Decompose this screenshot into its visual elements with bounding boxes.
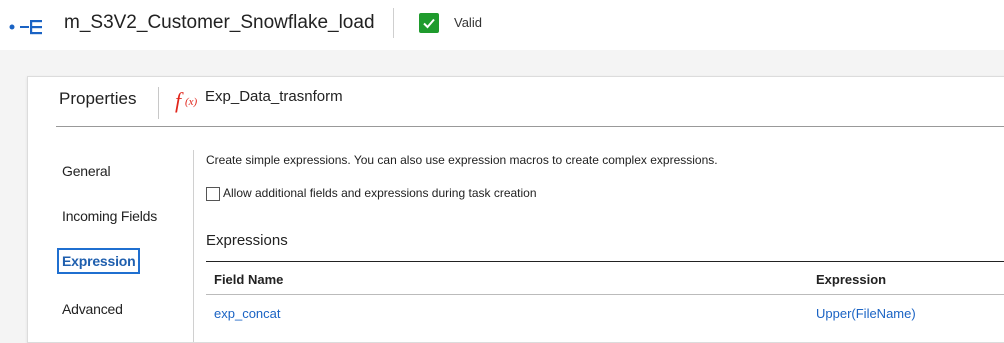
panel-title: Properties	[59, 89, 137, 108]
mapping-header: m_S3V2_Customer_Snowflake_load Valid	[0, 0, 1004, 50]
nav-divider	[193, 150, 194, 342]
expression-fx-icon: f (x)	[175, 88, 198, 113]
title-divider	[158, 87, 159, 119]
nav-item-expression[interactable]: Expression	[56, 248, 141, 274]
table-header-border	[206, 294, 1004, 295]
table-top-border	[206, 261, 1004, 262]
column-header-expression[interactable]: Expression	[816, 272, 886, 287]
expressions-section-title: Expressions	[206, 232, 288, 249]
mapping-flow-icon	[9, 20, 42, 35]
transformation-name: Exp_Data_trasnform	[205, 88, 343, 105]
allow-fields-label[interactable]: Allow additional fields and expressions …	[223, 186, 537, 200]
nav-item-incoming-fields[interactable]: Incoming Fields	[62, 208, 157, 224]
mapping-name: m_S3V2_Customer_Snowflake_load	[64, 12, 375, 33]
field-name-link[interactable]: exp_concat	[214, 306, 281, 321]
allow-fields-checkbox[interactable]	[206, 187, 220, 201]
description-text: Create simple expressions. You can also …	[206, 153, 718, 167]
expression-link[interactable]: Upper(FileName)	[816, 306, 916, 321]
properties-panel: Properties f (x) Exp_Data_trasnform Gener…	[27, 76, 1004, 343]
nav-item-advanced[interactable]: Advanced	[62, 301, 123, 317]
column-header-field-name[interactable]: Field Name	[214, 272, 283, 287]
checkmark-icon	[419, 13, 439, 33]
panel-header-divider	[56, 126, 1004, 127]
header-divider	[393, 8, 394, 38]
nav-item-general[interactable]: General	[62, 163, 111, 179]
validation-status: Valid	[454, 15, 482, 30]
